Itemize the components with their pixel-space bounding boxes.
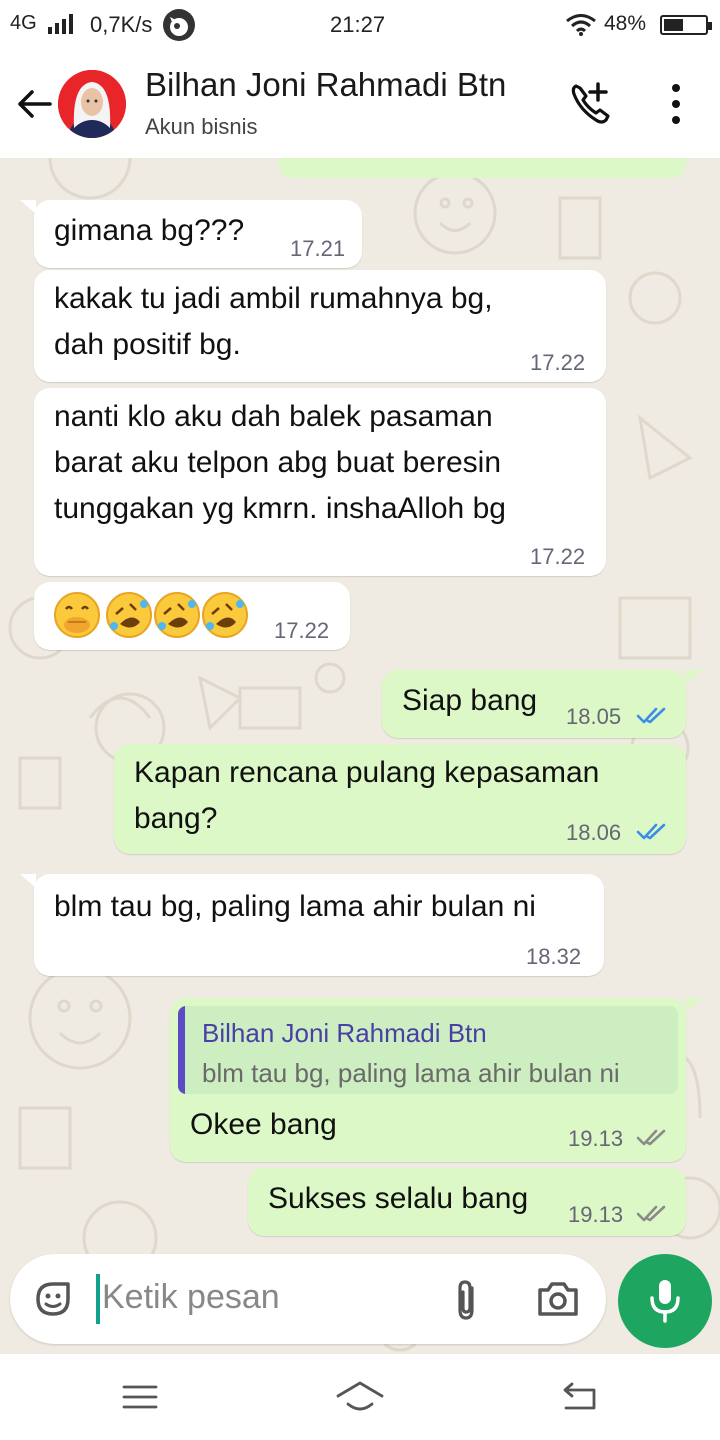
message-bubble-incoming[interactable]: blm tau bg, paling lama ahir bulan ni 18… [34, 874, 604, 976]
delivered-ticks-icon [636, 1129, 666, 1146]
contact-avatar[interactable] [58, 70, 126, 138]
message-bubble-incoming[interactable]: kakak tu jadi ambil rumahnya bg, dah pos… [34, 270, 606, 382]
rolling-on-floor-laughing-emoji [202, 592, 248, 638]
message-time: 18.06 [566, 820, 622, 845]
message-line: barat aku telpon abg buat beresin [54, 446, 501, 479]
message-bubble-incoming[interactable]: 17.22 [34, 582, 350, 650]
network-speed: 0,7K/s [90, 12, 153, 37]
back-arrow-icon[interactable] [14, 84, 54, 124]
battery-percent: 48% [604, 12, 647, 35]
message-text: gimana bg??? [54, 214, 245, 247]
previous-message-bubble [278, 158, 686, 178]
signal-icon [48, 14, 76, 34]
face-with-hand-over-mouth-emoji [54, 592, 100, 638]
delivered-ticks-icon [636, 1205, 666, 1222]
message-text: nanti klo aku dah balek pasaman barat ak… [54, 394, 506, 532]
bubble-tail [20, 874, 36, 888]
microphone-icon [650, 1280, 680, 1323]
quoted-sender: Bilhan Joni Rahmadi Btn [202, 1018, 487, 1048]
bubble-tail [20, 200, 36, 214]
paperclip-icon[interactable] [450, 1278, 484, 1322]
message-time: 17.21 [290, 236, 346, 261]
wifi-icon [566, 14, 596, 36]
camera-icon[interactable] [536, 1278, 580, 1318]
system-nav-bar [0, 1354, 720, 1440]
text-cursor [96, 1274, 100, 1324]
message-line: tunggakan yg kmrn. inshaAlloh bg [54, 492, 506, 525]
rolling-on-floor-laughing-emoji [106, 592, 152, 638]
message-text: Okee bang [190, 1108, 337, 1141]
message-time: 18.05 [566, 704, 622, 729]
add-call-icon[interactable] [568, 80, 616, 128]
message-time: 19.13 [568, 1126, 624, 1151]
bubble-tail [686, 670, 702, 684]
message-line: Kapan rencana pulang kepasaman [134, 756, 600, 789]
message-input[interactable]: Ketik pesan [102, 1278, 280, 1317]
message-line: dah positif bg. [54, 328, 241, 361]
battery-icon [660, 15, 712, 35]
message-text: Kapan rencana pulang kepasaman bang? [134, 750, 599, 842]
read-ticks-icon [636, 823, 666, 840]
message-text: kakak tu jadi ambil rumahnya bg, dah pos… [54, 276, 493, 368]
message-bubble-outgoing[interactable]: Kapan rencana pulang kepasaman bang? 18.… [114, 744, 686, 854]
message-time: 18.32 [526, 944, 582, 969]
message-bubble-outgoing[interactable]: Siap bang 18.05 [382, 670, 686, 738]
message-text: blm tau bg, paling lama ahir bulan ni [54, 890, 536, 923]
message-bubble-incoming[interactable]: gimana bg??? 17.21 [34, 200, 362, 268]
quoted-message[interactable]: Bilhan Joni Rahmadi Btn blm tau bg, pali… [178, 1006, 678, 1094]
message-text: Sukses selalu bang [268, 1182, 529, 1215]
message-bubble-outgoing[interactable]: Sukses selalu bang 19.13 [248, 1168, 686, 1236]
message-time: 17.22 [530, 350, 586, 375]
message-time: 17.22 [274, 618, 330, 643]
notification-app-icon [163, 9, 195, 41]
mic-button[interactable] [618, 1254, 712, 1348]
message-line: nanti klo aku dah balek pasaman [54, 400, 493, 433]
message-line: kakak tu jadi ambil rumahnya bg, [54, 282, 493, 315]
bubble-tail [686, 998, 702, 1012]
sticker-icon[interactable] [32, 1278, 74, 1320]
message-bubble-outgoing[interactable]: Bilhan Joni Rahmadi Btn blm tau bg, pali… [170, 998, 686, 1162]
network-type: 4G [10, 12, 37, 34]
message-line: bang? [134, 802, 218, 835]
message-input-bar[interactable]: Ketik pesan [10, 1254, 606, 1344]
more-options-icon[interactable] [662, 82, 690, 126]
home-nav-icon[interactable] [334, 1380, 386, 1416]
message-bubble-incoming[interactable]: nanti klo aku dah balek pasaman barat ak… [34, 388, 606, 576]
contact-subtitle[interactable]: Akun bisnis [145, 114, 258, 140]
quoted-text: blm tau bg, paling lama ahir bulan ni [202, 1058, 620, 1088]
back-nav-icon[interactable] [560, 1382, 600, 1412]
quote-bar [178, 1006, 185, 1094]
message-text: Siap bang [402, 684, 538, 717]
message-time: 17.22 [530, 544, 586, 569]
rolling-on-floor-laughing-emoji [154, 592, 200, 638]
chat-header: Bilhan Joni Rahmadi Btn Akun bisnis [0, 50, 720, 158]
read-ticks-icon [636, 707, 666, 724]
message-time: 19.13 [568, 1202, 624, 1227]
clock: 21:27 [330, 12, 386, 37]
menu-nav-icon[interactable] [122, 1384, 158, 1410]
chat-area[interactable]: gimana bg??? 17.21 kakak tu jadi ambil r… [0, 158, 720, 1354]
status-bar: 4G 0,7K/s 21:27 48% [0, 0, 720, 50]
contact-name[interactable]: Bilhan Joni Rahmadi Btn [145, 66, 506, 104]
